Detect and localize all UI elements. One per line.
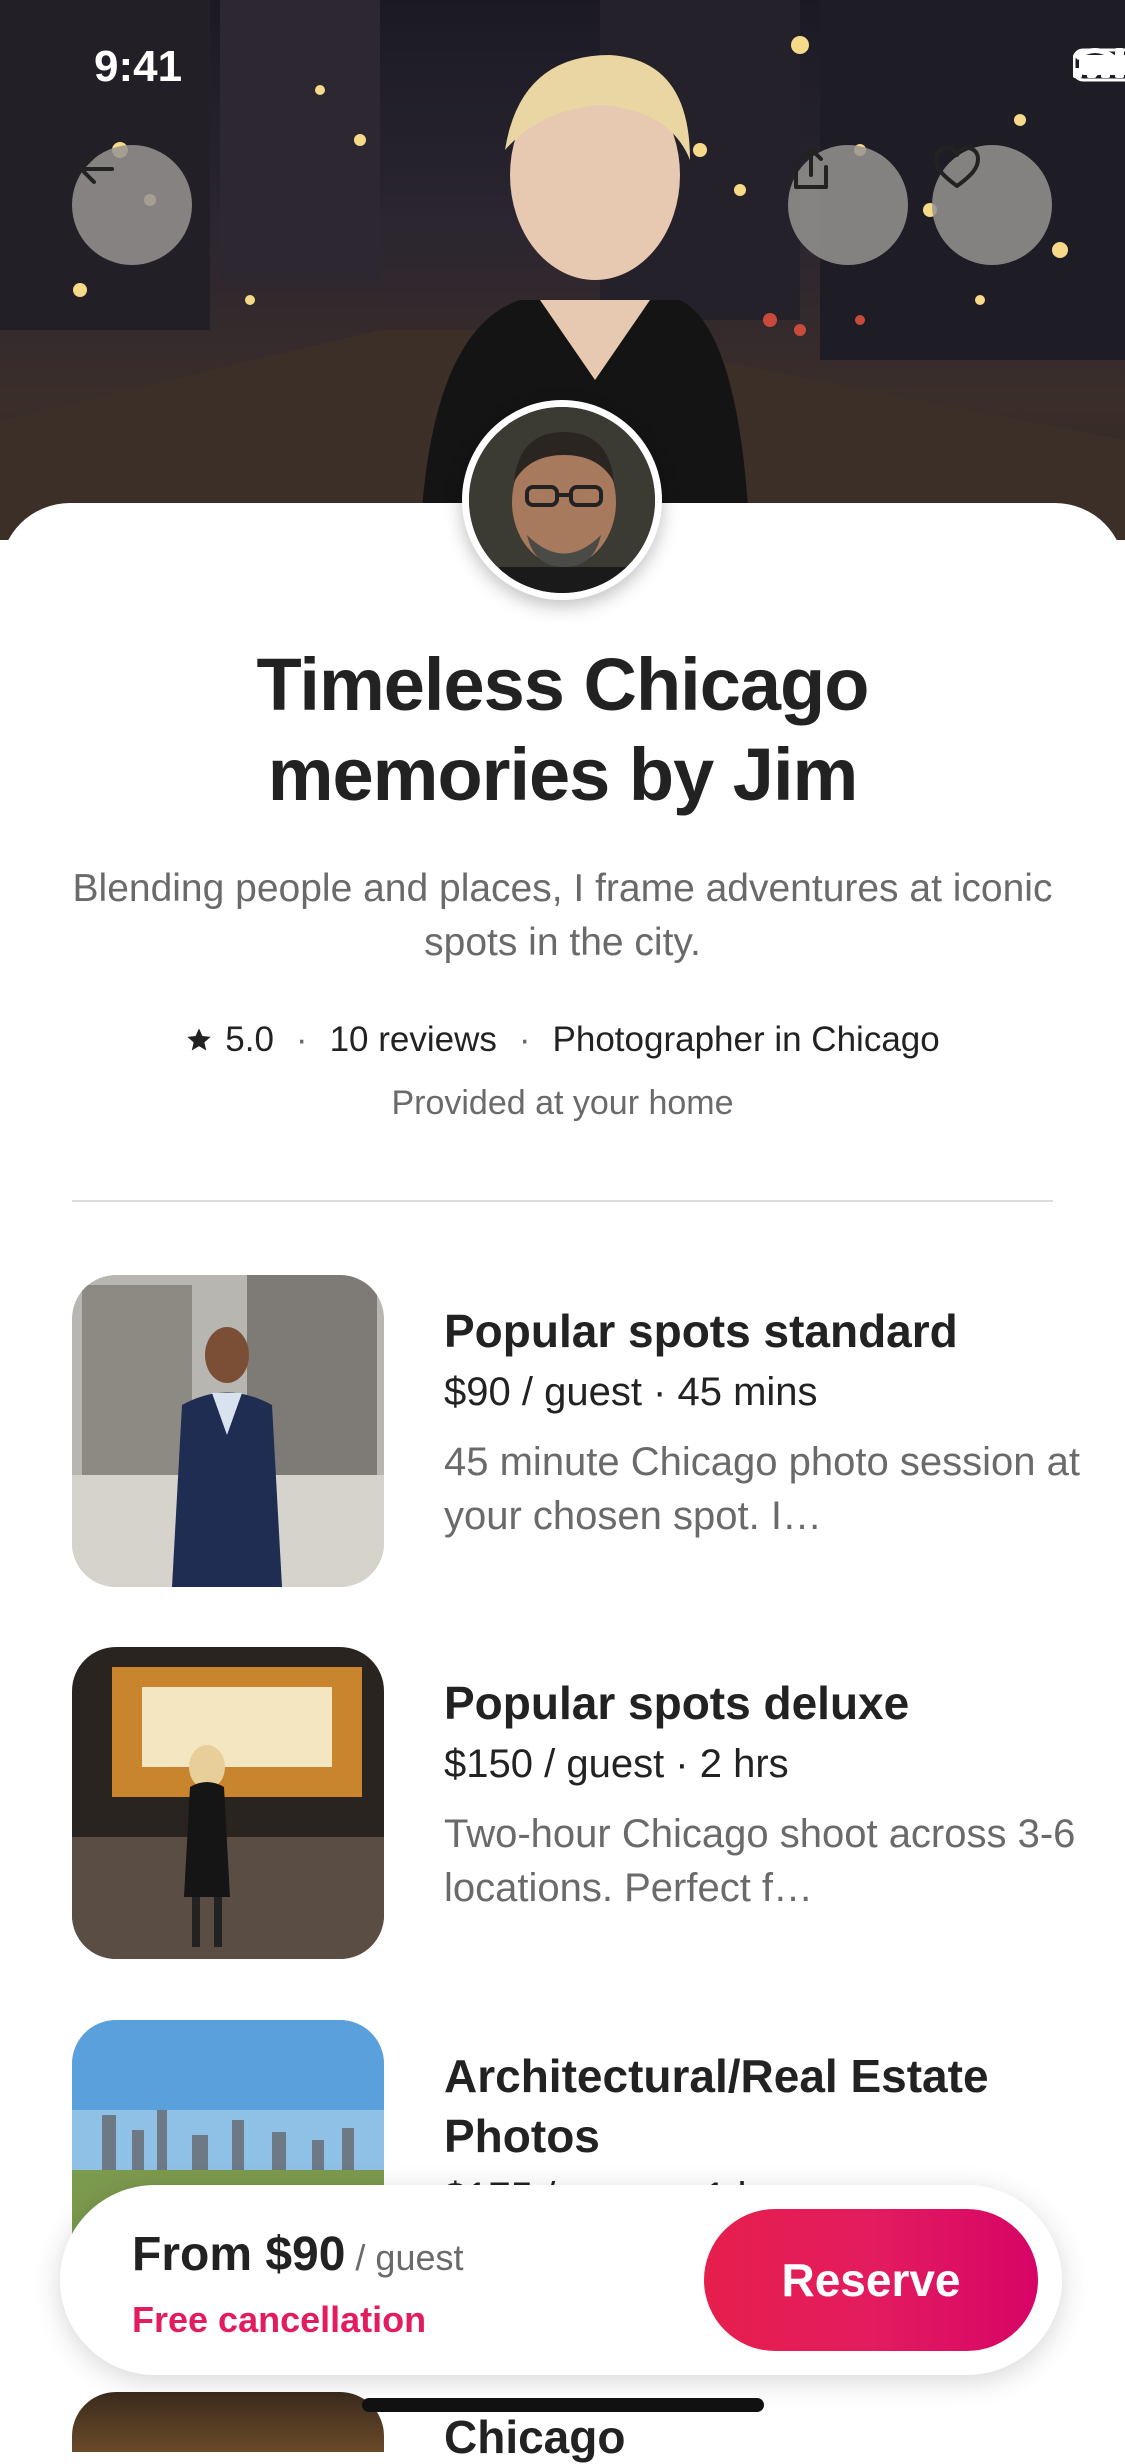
service-title: Popular spots standard: [444, 1305, 958, 1357]
rating-value: 5.0: [225, 1020, 274, 1059]
star-icon: [187, 1028, 211, 1051]
free-cancellation-link[interactable]: Free cancellation: [132, 2299, 426, 2341]
reviews-link[interactable]: 10 reviews: [330, 1020, 497, 1060]
arrow-left-icon: [79, 154, 114, 184]
service-thumbnail: [72, 1275, 384, 1587]
separator-dot: ·: [295, 1020, 308, 1059]
service-description: 45 minute Chicago photo session at your …: [444, 1440, 1080, 1538]
service-title: Popular spots deluxe: [444, 1677, 910, 1729]
next-service-title: Chicago: [444, 2411, 626, 2463]
separator-dot: ·: [518, 1020, 531, 1059]
service-photo: [72, 1275, 384, 1587]
host-photo: [469, 407, 655, 593]
service-info: Popular spots standard $90 / guest · 45 …: [444, 1301, 1084, 1543]
status-bar: 9:41: [0, 0, 1125, 140]
service-info: Popular spots deluxe $150 / guest · 2 hr…: [444, 1673, 1084, 1915]
service-item-deluxe[interactable]: Popular spots deluxe $150 / guest · 2 hr…: [72, 1647, 1075, 1959]
listing-meta: 5.0 · 10 reviews · Photographer in Chica…: [0, 1020, 1125, 1060]
price-unit: / guest: [355, 2237, 464, 2278]
battery-icon: [1073, 48, 1125, 82]
home-indicator: [362, 2398, 764, 2412]
service-description: Two-hour Chicago shoot across 3-6 locati…: [444, 1812, 1076, 1910]
listing-subtitle: Blending people and places, I frame adve…: [72, 867, 1053, 964]
share-icon: [794, 147, 828, 189]
save-button[interactable]: [932, 145, 1052, 265]
service-item-standard[interactable]: Popular spots standard $90 / guest · 45 …: [72, 1275, 1080, 1587]
service-price: $150 / guest · 2 hrs: [444, 1742, 789, 1786]
listing-title: Timeless Chicago memories by Jim: [256, 643, 870, 816]
back-button[interactable]: [72, 145, 192, 265]
status-time: 9:41: [94, 42, 183, 91]
service-thumbnail: [72, 1647, 384, 1959]
service-title: Architectural/Real Estate Photos: [444, 2050, 989, 2162]
reserve-bar: From $90/ guest Free cancellation Reserv…: [60, 2185, 1062, 2375]
next-service-thumbnail: [72, 2392, 384, 2452]
reserve-button[interactable]: Reserve: [704, 2209, 1038, 2351]
host-avatar[interactable]: [462, 400, 662, 600]
heart-icon: [934, 146, 980, 188]
provided-location: Provided at your home: [391, 1084, 734, 1122]
host-portrait: [469, 407, 655, 593]
service-photo: [72, 1647, 384, 1959]
share-button[interactable]: [788, 145, 908, 265]
service-price: $90 / guest · 45 mins: [444, 1370, 818, 1414]
section-divider: [72, 1200, 1053, 1202]
host-role: Photographer in Chicago: [552, 1020, 940, 1059]
from-price: From $90: [132, 2228, 346, 2281]
price-summary: From $90/ guest: [132, 2227, 464, 2282]
